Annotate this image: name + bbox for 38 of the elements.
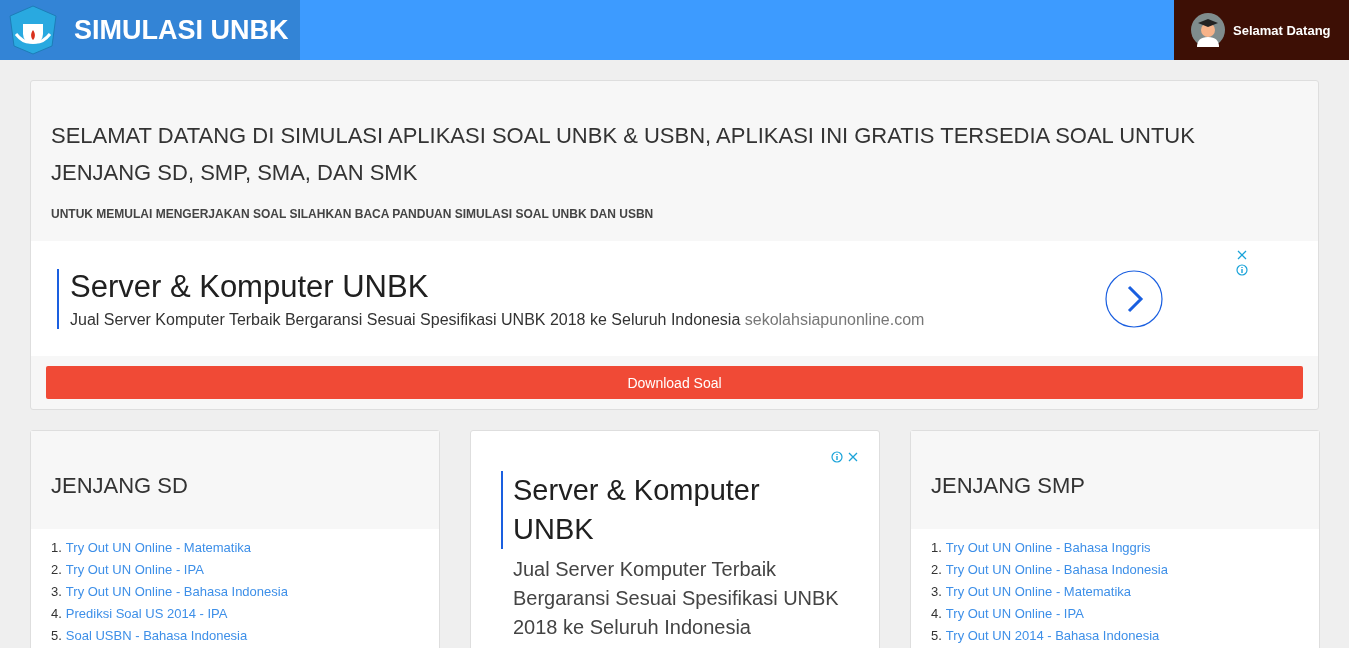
app-title: SIMULASI UNBK — [74, 14, 289, 46]
item-number: 5. — [51, 627, 62, 645]
card-heading: JENJANG SD — [31, 431, 439, 529]
item-number: 5. — [931, 627, 942, 645]
item-number: 3. — [931, 583, 942, 601]
exam-link[interactable]: Soal USBN - Bahasa Indonesia — [65, 625, 248, 647]
exam-link[interactable]: Try Out UN Online - Bahasa Inggris — [945, 537, 1151, 559]
graduate-avatar-icon — [1191, 13, 1225, 47]
info-icon[interactable] — [831, 451, 843, 463]
welcome-heading: SELAMAT DATANG DI SIMULASI APLIKASI SOAL UNBK & USBN, APLIKASI INI GRATIS TERSEDIA SOAL UNTUK JENJANG SD, SMP, SMA, DAN SMK — [50, 122, 1196, 187]
emblem-logo — [6, 4, 60, 56]
exam-link[interactable]: Try Out UN 2014 - Bahasa Indonesia — [945, 625, 1160, 647]
item-number: 2. — [51, 561, 62, 579]
ad-domain[interactable]: sekolahsiapunonline.com — [744, 310, 925, 328]
ad-text: Jual Server Komputer Terbaik Bergaransi Sesuai Spesifikasi UNBK 2018 ke Seluruh Indonesia sekolahsiapunonline.com — [70, 310, 926, 329]
welcome-subheading: UNTUK MEMULAI MENGERJAKAN SOAL SILAHKAN BACA PANDUAN SIMULASI SOAL UNBK DAN USBN — [50, 206, 655, 223]
exam-link[interactable]: Try Out UN Online - Matematika — [65, 537, 252, 559]
exam-link[interactable]: Prediksi Soal US 2014 - IPA — [65, 603, 228, 625]
download-button[interactable]: Download Soal — [46, 366, 1303, 399]
close-icon[interactable] — [847, 451, 859, 463]
exam-link[interactable]: Try Out UN Online - IPA — [65, 559, 204, 581]
exam-link[interactable]: Try Out UN Online - Matematika — [945, 581, 1132, 603]
item-number: 1. — [51, 539, 62, 557]
exam-link[interactable]: Try Out UN Online - Bahasa Indonesia — [65, 581, 288, 603]
item-number: 2. — [931, 561, 942, 579]
exam-link[interactable]: Try Out UN Online - IPA — [945, 603, 1084, 625]
card-heading: JENJANG SMP — [911, 431, 1319, 529]
item-number: 4. — [51, 605, 62, 623]
ad-text: Jual Server Komputer Terbaik Bergaransi Sesuai Spesifikasi UNBK 2018 ke Seluruh Indonesia — [512, 557, 840, 640]
exam-link[interactable]: Try Out UN Online - Bahasa Indonesia — [945, 559, 1168, 581]
item-number: 3. — [51, 583, 62, 601]
item-number: 4. — [931, 605, 942, 623]
ad-title[interactable]: Server & Komputer UNBK — [70, 268, 1105, 305]
item-number: 1. — [931, 539, 942, 557]
close-icon[interactable] — [1236, 249, 1248, 261]
ad-title[interactable]: Server & Komputer UNBK — [501, 471, 849, 549]
info-icon[interactable] — [1236, 264, 1248, 276]
welcome-user-label[interactable]: Selamat Datang — [1233, 22, 1331, 38]
